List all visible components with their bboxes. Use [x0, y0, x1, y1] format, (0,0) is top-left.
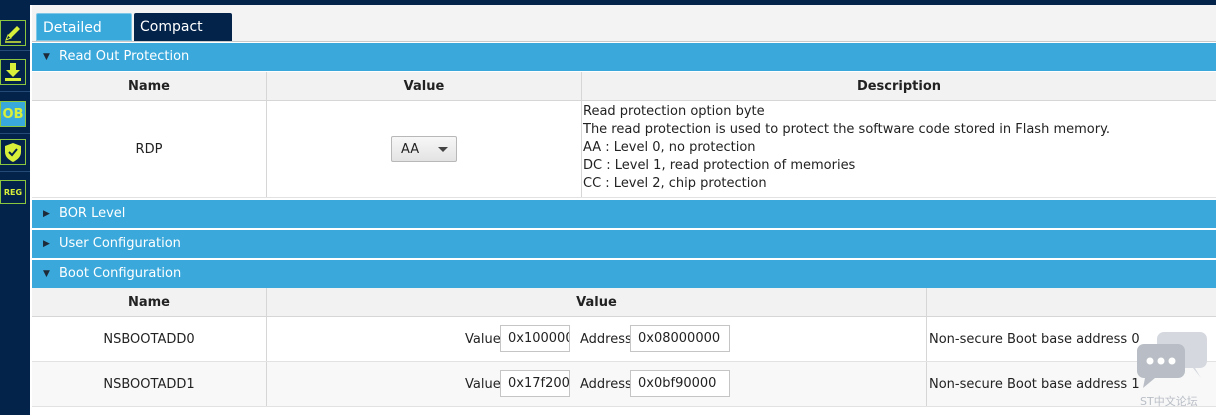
sidebar-item-download[interactable] [0, 59, 26, 85]
column-header-description: Description [856, 78, 942, 94]
chevron-right-icon: ▶ [43, 209, 50, 219]
chevron-down-icon: ▼ [43, 52, 50, 62]
value-cell: Value 0x100000 Address 0x08000000 [267, 317, 927, 361]
address-label: Address [580, 376, 632, 392]
value-label: Value [465, 376, 501, 392]
section-title: Boot Configuration [59, 266, 182, 281]
value-input[interactable]: 0x17f200 [500, 370, 570, 397]
value-label: Value [465, 331, 501, 347]
chevron-right-icon: ▶ [43, 239, 50, 249]
sidebar-item-registers[interactable]: REG [0, 180, 26, 204]
section-title: Read Out Protection [59, 49, 190, 64]
sidebar-separator [0, 50, 30, 51]
value-cell: AA [267, 101, 582, 197]
ob-icon: OB [2, 106, 24, 122]
column-header-value: Value [267, 72, 582, 100]
description-line: AA : Level 0, no protection [583, 140, 756, 155]
section-bor-level[interactable]: ▶ BOR Level [32, 200, 1216, 228]
tab-detailed-view[interactable]: Detailed view [36, 13, 132, 64]
chevron-down-icon [438, 147, 448, 152]
reg-icon: REG [3, 187, 23, 197]
value-cell: Value 0x17f200 Address 0x0bf90000 [267, 362, 927, 406]
sidebar: OB REG [0, 5, 30, 415]
rdp-select[interactable]: AA [391, 136, 457, 162]
rdp-select-value: AA [401, 141, 420, 157]
option-name: NSBOOTADD1 [32, 362, 267, 406]
column-header-name: Name [32, 288, 267, 316]
description-line: Read protection option byte [583, 104, 765, 119]
section-boot-configuration[interactable]: ▼ Boot Configuration [32, 260, 1216, 288]
value-input[interactable]: 0x100000 [500, 325, 570, 352]
description-line: CC : Level 2, chip protection [583, 176, 767, 191]
sidebar-item-edit[interactable] [0, 20, 26, 46]
section-read-out-protection[interactable]: ▼ Read Out Protection [32, 43, 1216, 71]
column-header-name: Name [32, 72, 267, 100]
address-label: Address [580, 331, 632, 347]
section-user-configuration[interactable]: ▶ User Configuration [32, 230, 1216, 258]
description-line: The read protection is used to protect t… [583, 122, 1111, 137]
shield-icon [2, 141, 24, 163]
description-line: DC : Level 1, read protection of memorie… [583, 158, 856, 173]
view-tabs: Detailed view Compact view [32, 5, 1216, 64]
watermark-text: ST中文论坛 [1140, 395, 1198, 408]
column-header-value: Value [267, 288, 927, 316]
option-name: NSBOOTADD0 [32, 317, 267, 361]
tab-compact-view[interactable]: Compact view [134, 13, 232, 63]
address-input[interactable]: 0x08000000 [630, 325, 730, 352]
column-header-description [927, 288, 1216, 316]
chevron-down-icon: ▼ [43, 269, 50, 279]
table-row-nsbootadd1: NSBOOTADD1 Value 0x17f200 Address 0x0bf9… [32, 362, 1216, 407]
pencil-icon [2, 22, 24, 44]
table-row-nsbootadd0: NSBOOTADD0 Value 0x100000 Address 0x0800… [32, 317, 1216, 362]
boot-table-header: Name Value [32, 288, 1216, 317]
section-title: BOR Level [59, 206, 126, 221]
download-icon [2, 61, 24, 83]
sidebar-item-security[interactable] [0, 139, 26, 165]
option-name: RDP [32, 101, 267, 197]
rdp-description: Read protection option byte The read pro… [583, 103, 1110, 193]
sidebar-separator [0, 133, 30, 134]
address-input[interactable]: 0x0bf90000 [630, 370, 730, 397]
sidebar-item-option-bytes[interactable]: OB [0, 101, 26, 127]
section-title: User Configuration [59, 236, 181, 251]
description-cell: Read protection option byte The read pro… [582, 101, 1216, 197]
sidebar-separator [0, 171, 30, 172]
rop-table-header: Name Value Description [32, 72, 1216, 101]
table-row-rdp: RDP AA Read protection option byte The r… [32, 101, 1216, 198]
sidebar-separator [0, 91, 30, 92]
